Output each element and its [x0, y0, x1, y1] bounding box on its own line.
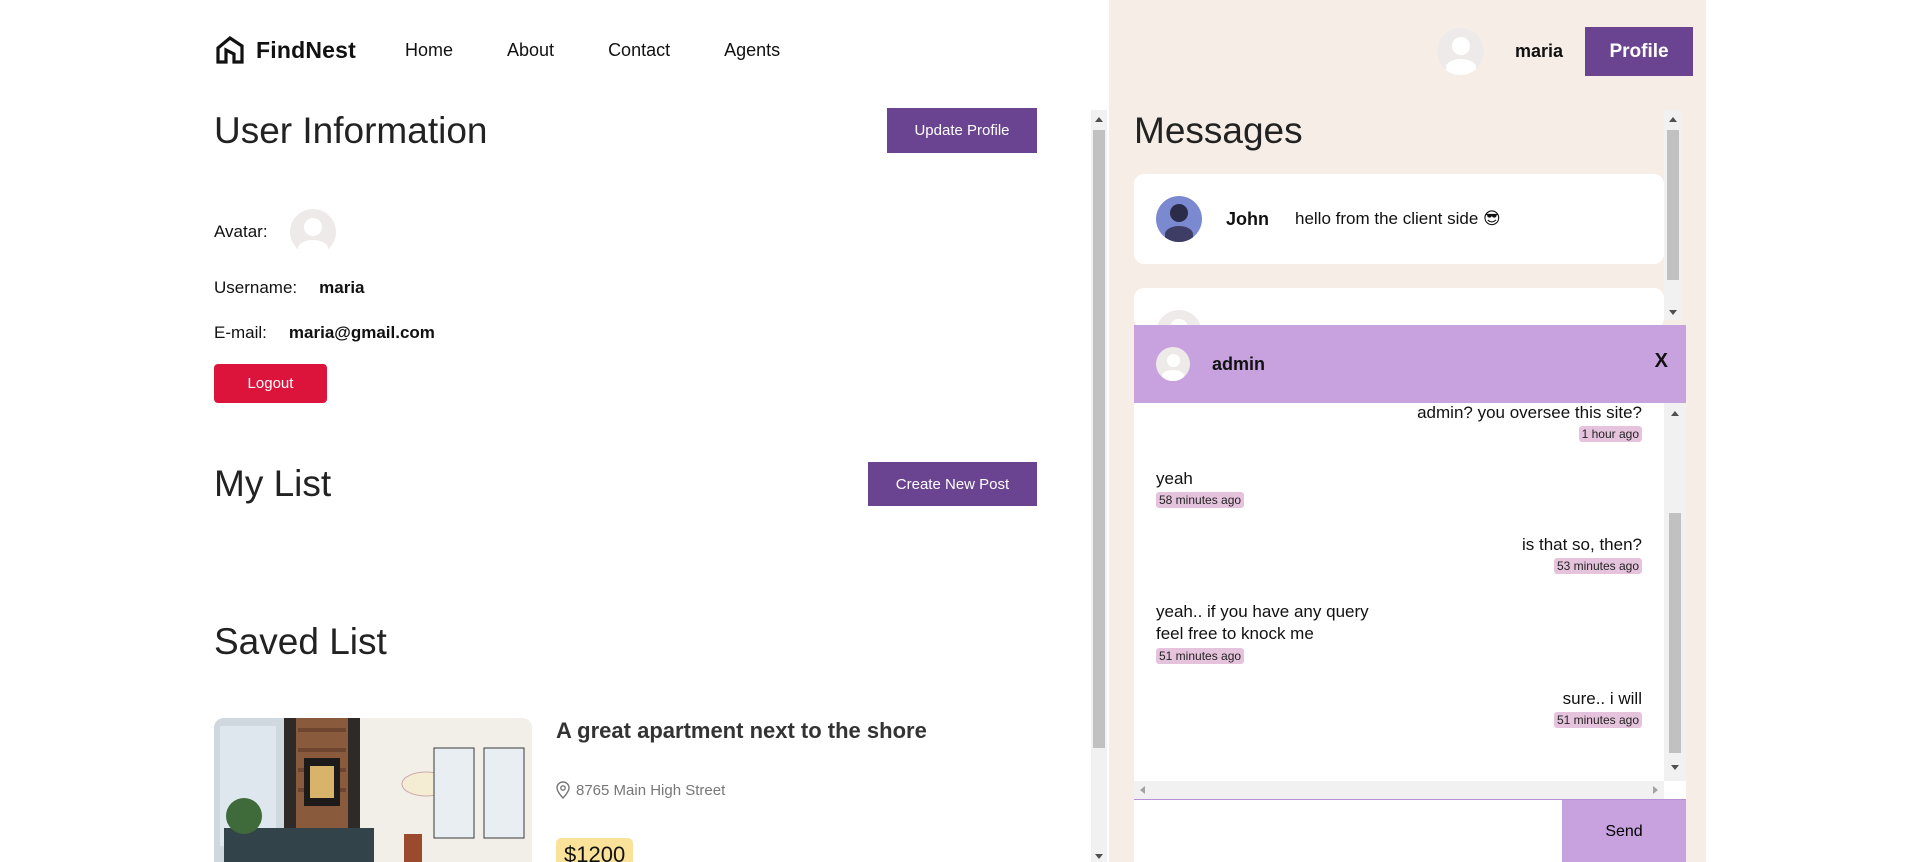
listing-price: $1200	[556, 838, 634, 862]
username-label: Username:	[214, 278, 298, 297]
email-label: E-mail:	[214, 323, 267, 342]
username-value: maria	[319, 278, 365, 297]
user-avatar-icon[interactable]	[1437, 28, 1484, 75]
message-preview: hello from the client side 😎	[1295, 209, 1501, 228]
chat-message-text: sure.. i will	[1562, 689, 1642, 708]
chat-scroll-up-icon[interactable]	[1671, 411, 1679, 416]
chat-compose: Send	[1134, 799, 1686, 862]
profile-button[interactable]: Profile	[1585, 27, 1694, 76]
chat-message-text: is that so, then?	[1521, 535, 1642, 554]
username-row: Username: maria	[214, 278, 365, 298]
listing-title[interactable]: A great apartment next to the shore	[556, 718, 927, 744]
chat-message-time: 51 minutes ago	[1156, 648, 1245, 664]
avatar-label: Avatar:	[214, 222, 268, 241]
user-menu: maria Profile	[1437, 27, 1694, 76]
nav-contact[interactable]: Contact	[608, 40, 670, 61]
chat-message: sure.. i will 51 minutes ago	[1553, 689, 1642, 729]
logout-button[interactable]: Logout	[214, 364, 327, 403]
chat-scroll-left-icon[interactable]	[1140, 786, 1145, 794]
chat-horizontal-scrollbar[interactable]	[1134, 781, 1664, 799]
main-nav: Home About Contact Agents	[405, 40, 834, 61]
messages-scroll-down-icon[interactable]	[1669, 310, 1677, 315]
message-item-john[interactable]: John hello from the client side 😎	[1134, 174, 1664, 264]
chat-close-button[interactable]: X	[1655, 350, 1668, 373]
page: FindNest Home About Contact Agents maria…	[0, 0, 1920, 862]
chat-scroll-right-icon[interactable]	[1653, 786, 1658, 794]
listing-image[interactable]	[214, 718, 532, 862]
location-pin-icon	[556, 781, 570, 799]
saved-list-title: Saved List	[214, 621, 387, 662]
send-button[interactable]: Send	[1562, 800, 1686, 862]
avatar-row: Avatar:	[214, 209, 336, 255]
create-new-post-button[interactable]: Create New Post	[868, 462, 1037, 506]
topbar-username: maria	[1515, 41, 1564, 61]
message-item-admin[interactable]	[1134, 288, 1664, 356]
john-avatar-icon	[1156, 196, 1202, 242]
listing-address: 8765 Main High Street	[576, 781, 726, 799]
nav-home[interactable]: Home	[405, 40, 453, 61]
chat-message-time: 58 minutes ago	[1156, 492, 1245, 508]
chat-horizontal-thumb[interactable]	[1148, 785, 1648, 795]
chat-header: admin X	[1134, 325, 1686, 403]
listing-address-row: 8765 Main High Street	[556, 781, 725, 799]
apartment-photo-icon	[214, 718, 532, 862]
chat-message-input[interactable]	[1134, 800, 1562, 862]
chat-vertical-scrollbar[interactable]	[1664, 403, 1686, 781]
messages-scrollbar[interactable]	[1664, 110, 1682, 320]
chat-message: yeah 58 minutes ago	[1156, 469, 1245, 509]
chat-message: admin? you oversee this site? 1 hour ago	[1417, 403, 1642, 443]
chat-message-text: yeah.. if you have any query feel free t…	[1156, 602, 1369, 643]
house-logo-icon	[216, 36, 244, 64]
message-sender: John	[1226, 208, 1269, 229]
chat-message-text: yeah	[1156, 469, 1193, 488]
update-profile-button[interactable]: Update Profile	[887, 108, 1037, 153]
messages-title: Messages	[1134, 110, 1303, 151]
email-row: E-mail: maria@gmail.com	[214, 323, 435, 343]
email-value: maria@gmail.com	[288, 323, 435, 342]
messages-scrollbar-thumb[interactable]	[1667, 130, 1679, 280]
nav-agents[interactable]: Agents	[724, 40, 780, 61]
chat-vertical-thumb[interactable]	[1669, 513, 1681, 753]
scroll-down-arrow-icon[interactable]	[1095, 854, 1103, 859]
chat-message-text: admin? you oversee this site?	[1417, 403, 1642, 422]
chat-message: yeah.. if you have any query feel free t…	[1156, 601, 1369, 665]
left-scrollbar[interactable]	[1091, 110, 1107, 862]
chat-message-time: 1 hour ago	[1578, 426, 1642, 442]
scroll-up-arrow-icon[interactable]	[1095, 117, 1103, 122]
chat-scroll-down-icon[interactable]	[1671, 765, 1679, 770]
profile-avatar-icon	[289, 209, 336, 255]
chat-window: admin X admin? you oversee this site? 1 …	[1134, 325, 1686, 862]
nav-about[interactable]: About	[507, 40, 554, 61]
chat-recipient-name: admin	[1212, 353, 1266, 374]
user-information-title: User Information	[214, 110, 488, 151]
chat-message: is that so, then? 53 minutes ago	[1522, 535, 1642, 575]
messages-scroll-up-icon[interactable]	[1669, 117, 1677, 122]
chat-message-time: 53 minutes ago	[1553, 558, 1642, 574]
my-list-title: My List	[214, 463, 332, 504]
admin-avatar-icon	[1156, 347, 1190, 381]
left-scrollbar-thumb[interactable]	[1093, 130, 1105, 748]
chat-messages: admin? you oversee this site? 1 hour ago…	[1134, 403, 1664, 781]
chat-message-time: 51 minutes ago	[1553, 712, 1642, 728]
brand-name: FindNest	[256, 36, 356, 63]
logo[interactable]: FindNest	[214, 34, 356, 66]
